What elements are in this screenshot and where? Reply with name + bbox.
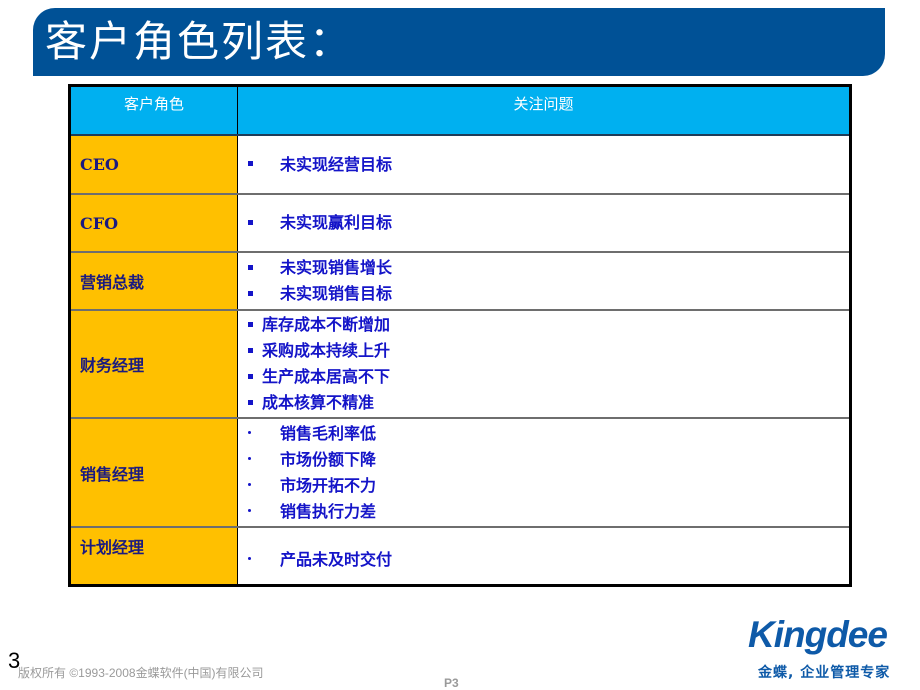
dot-bullet-icon — [248, 499, 272, 525]
issue-text: 未实现赢利目标 — [280, 213, 393, 232]
issue-item: 成本核算不精准 — [248, 390, 849, 416]
issue-text: 销售执行力差 — [280, 501, 377, 521]
square-bullet-icon — [248, 390, 262, 416]
square-bullet-icon — [248, 312, 262, 338]
issue-item: 采购成本持续上升 — [248, 338, 849, 364]
issue-text: 采购成本持续上升 — [262, 341, 391, 360]
issue-item: 未实现销售目标 — [248, 281, 849, 307]
issue-item: 产品未及时交付 — [248, 547, 849, 573]
dot-bullet-icon — [248, 547, 272, 573]
issue-text: 生产成本居高不下 — [262, 367, 391, 386]
role-cell: 销售经理 — [69, 418, 238, 528]
header-role: 客户角色 — [69, 85, 238, 136]
issue-text: 产品未及时交付 — [280, 549, 393, 569]
square-bullet-icon — [248, 338, 262, 364]
header-issues: 关注问题 — [237, 85, 851, 136]
role-cell: 财务经理 — [69, 310, 238, 419]
issue-item: 未实现销售增长 — [248, 255, 849, 281]
page-label: P3 — [444, 676, 459, 690]
issue-text: 未实现销售目标 — [280, 284, 393, 303]
issues-cell: 销售毛利率低 市场份额下降 市场开拓不力 销售执行力差 — [237, 418, 851, 528]
table-row: CFO 未实现赢利目标 — [69, 194, 851, 253]
customer-roles-table: 客户角色 关注问题 CEO 未实现经营目标 CFO 未实现赢利目标 营销总裁 未实现销售增… — [68, 84, 852, 587]
square-bullet-icon — [248, 255, 272, 281]
issue-text: 市场份额下降 — [280, 449, 377, 469]
role-cell: CEO — [69, 135, 238, 195]
copyright-text: 版权所有 ©1993-2008金蝶软件(中国)有限公司 — [18, 666, 264, 680]
table-row: 财务经理 库存成本不断增加 采购成本持续上升 生产成本居高不下 成本核算不精准 — [69, 310, 851, 419]
role-cell: CFO — [69, 194, 238, 253]
logo-slogan: 金蝶, 企业管理专家 — [758, 665, 891, 681]
square-bullet-icon — [248, 152, 272, 178]
issue-text: 未实现销售增长 — [280, 258, 393, 277]
page-title: 客户角色列表： — [45, 17, 354, 66]
role-cell: 计划经理 — [69, 527, 238, 586]
issue-text: 库存成本不断增加 — [262, 315, 391, 334]
issue-item: 库存成本不断增加 — [248, 312, 849, 338]
table-header-row: 客户角色 关注问题 — [69, 85, 851, 136]
issue-text: 未实现经营目标 — [280, 154, 393, 174]
issue-item: 生产成本居高不下 — [248, 364, 849, 390]
square-bullet-icon — [248, 210, 272, 236]
issue-item: 市场开拓不力 — [248, 473, 849, 499]
square-bullet-icon — [248, 281, 272, 307]
issues-cell: 未实现经营目标 — [237, 135, 851, 195]
issue-text: 成本核算不精准 — [262, 393, 375, 412]
title-bar: 客户角色列表： — [33, 8, 885, 76]
issue-item: 销售执行力差 — [248, 499, 849, 525]
issues-cell: 产品未及时交付 — [237, 527, 851, 586]
issue-text: 市场开拓不力 — [280, 475, 377, 495]
issue-item: 市场份额下降 — [248, 447, 849, 473]
table-row: 营销总裁 未实现销售增长 未实现销售目标 — [69, 252, 851, 311]
square-bullet-icon — [248, 364, 262, 390]
issues-cell: 未实现赢利目标 — [237, 194, 851, 253]
issue-item: 未实现赢利目标 — [248, 210, 849, 236]
dot-bullet-icon — [248, 473, 272, 499]
dot-bullet-icon — [248, 421, 272, 447]
table-row: 销售经理 销售毛利率低 市场份额下降 市场开拓不力 销售执行力差 — [69, 418, 851, 528]
kingdee-logo: Kingdee — [748, 614, 888, 655]
role-cell: 营销总裁 — [69, 252, 238, 311]
issue-item: 未实现经营目标 — [248, 152, 849, 178]
table-row: 计划经理 产品未及时交付 — [69, 527, 851, 586]
issue-item: 销售毛利率低 — [248, 421, 849, 447]
dot-bullet-icon — [248, 447, 272, 473]
issues-cell: 库存成本不断增加 采购成本持续上升 生产成本居高不下 成本核算不精准 — [237, 310, 851, 419]
issue-text: 销售毛利率低 — [280, 423, 377, 443]
table-row: CEO 未实现经营目标 — [69, 135, 851, 195]
issues-cell: 未实现销售增长 未实现销售目标 — [237, 252, 851, 311]
